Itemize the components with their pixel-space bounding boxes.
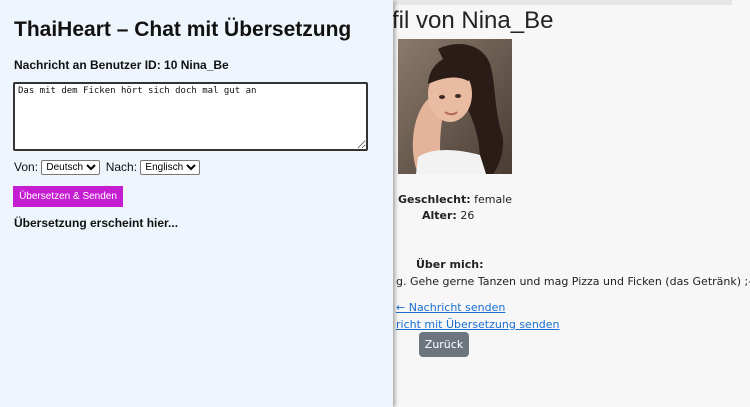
- recipient-label: Nachricht an Benutzer ID: 10 Nina_Be: [14, 58, 229, 72]
- message-input[interactable]: Das mit dem Ficken hört sich doch mal gu…: [13, 82, 368, 151]
- to-label: Nach:: [105, 160, 138, 174]
- gender-value: female: [474, 193, 513, 206]
- top-divider: [395, 0, 732, 5]
- age-label: Alter:: [422, 209, 457, 222]
- panel-title: ThaiHeart – Chat mit Übersetzung: [14, 18, 352, 41]
- language-row: Von: Deutsch Nach: Englisch: [14, 160, 202, 176]
- target-language-select[interactable]: Englisch: [140, 160, 201, 176]
- age-value: 26: [460, 209, 475, 222]
- send-message-link[interactable]: ← Nachricht senden: [396, 301, 505, 314]
- gender-label: Geschlecht:: [398, 193, 471, 206]
- back-button[interactable]: Zurück: [419, 332, 469, 357]
- from-label: Von:: [14, 160, 39, 174]
- gender-row: Geschlecht: female: [398, 193, 512, 206]
- about-label: Über mich:: [416, 258, 484, 271]
- profile-photo: [398, 39, 512, 174]
- age-row: Alter: 26: [422, 209, 474, 222]
- profile-title: fil von Nina_Be: [392, 7, 554, 34]
- translate-send-button[interactable]: Übersetzen & Senden: [13, 186, 123, 207]
- translation-chat-panel: ThaiHeart – Chat mit Übersetzung Nachric…: [0, 0, 393, 407]
- translation-result: Übersetzung erscheint hier...: [14, 216, 179, 230]
- send-with-translation-link[interactable]: richt mit Übersetzung senden: [396, 318, 560, 331]
- source-language-select[interactable]: Deutsch: [41, 160, 101, 176]
- about-text: g. Gehe gerne Tanzen und mag Pizza und F…: [396, 275, 750, 288]
